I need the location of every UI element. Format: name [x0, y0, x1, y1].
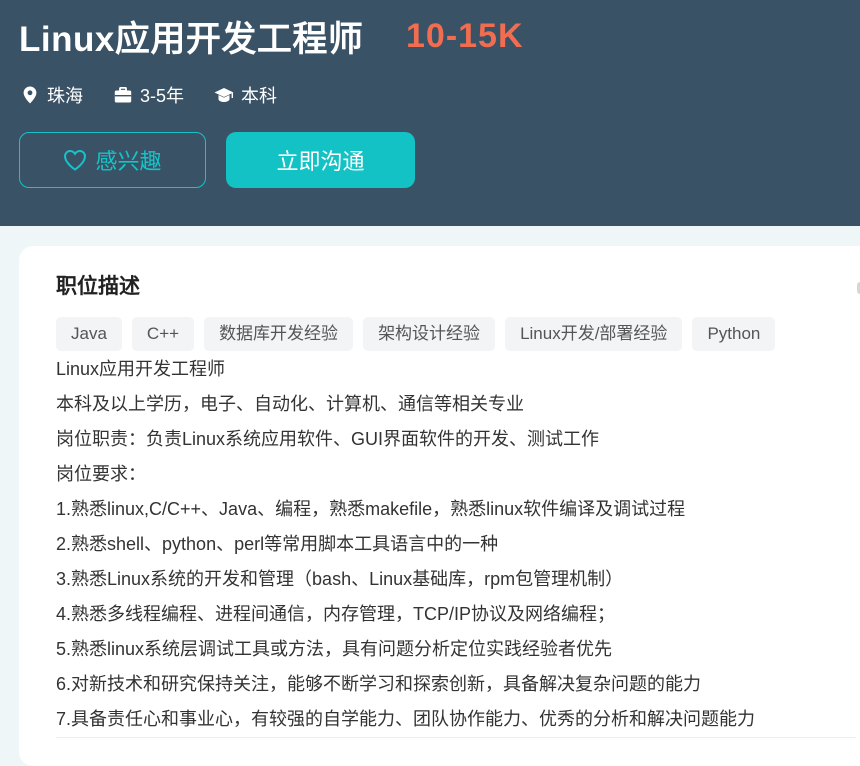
description-line: 本科及以上学历，电子、自动化、计算机、通信等相关专业 — [56, 394, 524, 414]
interest-button[interactable]: 感兴趣 — [19, 132, 206, 188]
job-header: Linux应用开发工程师 10-15K 珠海 3-5年 本科 感兴趣 立即沟通 — [0, 0, 860, 226]
description-line: 5.熟悉linux系统层调试工具或方法，具有问题分析定位实践经验者优先 — [56, 639, 613, 659]
description-line: 岗位要求： — [56, 464, 146, 484]
heart-icon — [63, 149, 87, 171]
location-text: 珠海 — [47, 86, 83, 106]
description-line: Linux应用开发工程师 — [56, 359, 226, 379]
meta-location: 珠海 — [20, 82, 83, 108]
location-pin-icon — [20, 85, 40, 105]
description-line: 4.熟悉多线程编程、进程间通信，内存管理，TCP/IP协议及网络编程； — [56, 604, 616, 624]
skill-tag: Python — [692, 317, 776, 351]
description-line: 6.对新技术和研究保持关注，能够不断学习和探索创新，具备解决复杂问题的能力 — [56, 674, 702, 694]
interest-button-label: 感兴趣 — [95, 149, 162, 174]
job-title: Linux应用开发工程师 — [19, 20, 364, 59]
experience-text: 3-5年 — [140, 86, 185, 106]
description-line: 岗位职责：负责Linux系统应用软件、GUI界面软件的开发、测试工作 — [56, 429, 600, 449]
skill-tag: 架构设计经验 — [363, 317, 496, 351]
description-line: 7.具备责任心和事业心，有较强的自学能力、团队协作能力、优秀的分析和解决问题能力 — [56, 709, 756, 729]
description-line: 2.熟悉shell、python、perl等常用脚本工具语言中的一种 — [56, 534, 499, 554]
description-line: 3.熟悉Linux系统的开发和管理（bash、Linux基础库，rpm包管理机制… — [56, 569, 624, 589]
skill-tags: Java C++ 数据库开发经验 架构设计经验 Linux开发/部署经验 Pyt… — [56, 317, 785, 351]
briefcase-icon — [113, 85, 133, 105]
divider — [56, 737, 856, 738]
job-meta: 珠海 3-5年 本科 — [20, 82, 307, 108]
graduation-cap-icon — [214, 85, 234, 105]
salary-range: 10-15K — [406, 17, 524, 55]
job-description-text: Linux应用开发工程师 本科及以上学历，电子、自动化、计算机、通信等相关专业 … — [56, 352, 836, 737]
meta-experience: 3-5年 — [113, 82, 184, 108]
skill-tag: Java — [56, 317, 122, 351]
education-text: 本科 — [241, 86, 278, 106]
meta-education: 本科 — [214, 82, 277, 108]
skill-tag: C++ — [131, 317, 195, 351]
job-description-card: 职位描述 Java C++ 数据库开发经验 架构设计经验 Linux开发/部署经… — [19, 246, 860, 766]
chat-now-button[interactable]: 立即沟通 — [226, 132, 415, 188]
section-title: 职位描述 — [56, 275, 140, 298]
description-line: 1.熟悉linux,C/C++、Java、编程，熟悉makefile，熟悉lin… — [56, 499, 686, 519]
skill-tag: Linux开发/部署经验 — [505, 317, 683, 351]
skill-tag: 数据库开发经验 — [204, 317, 354, 351]
